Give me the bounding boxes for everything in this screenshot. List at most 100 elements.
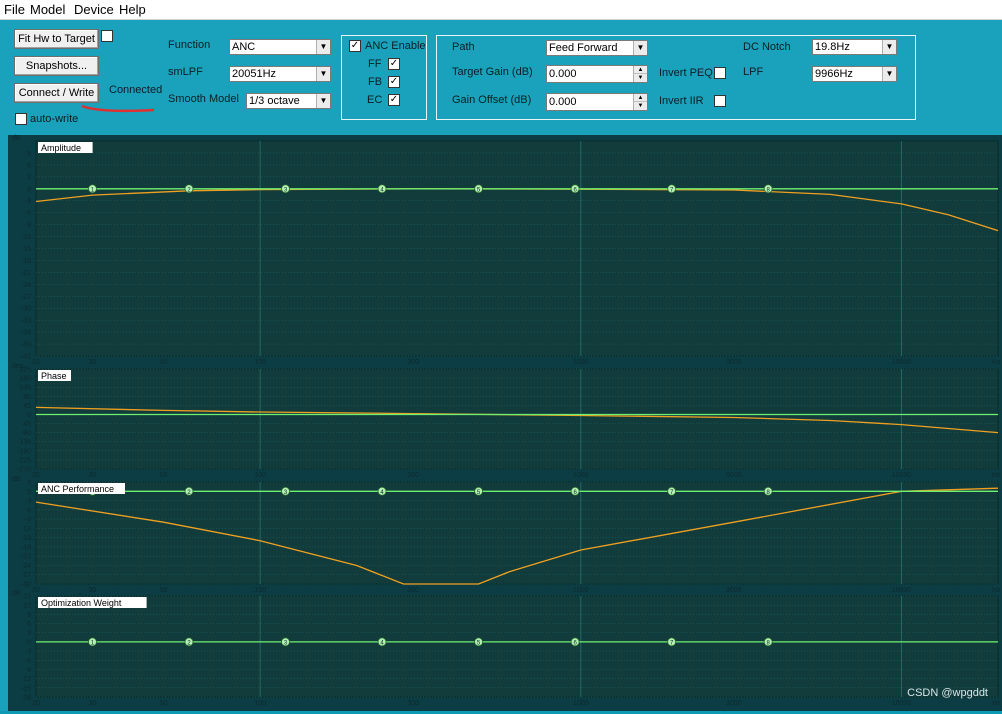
- x-tick-label: 100: [254, 700, 266, 707]
- panel-title: Amplitude: [41, 143, 81, 153]
- function-select[interactable]: ANC ▼: [229, 39, 331, 55]
- x-tick-label: 10000: [892, 472, 912, 479]
- x-tick-label: 50: [160, 472, 168, 479]
- ec-checkbox[interactable]: ✓: [388, 94, 400, 106]
- auto-write-checkbox[interactable]: [15, 113, 27, 125]
- connection-status: Connected: [109, 84, 163, 96]
- menu-device[interactable]: Device: [72, 2, 116, 17]
- plot-panel-bg: [35, 368, 999, 470]
- y-tick-label: 0: [27, 412, 31, 419]
- fit-hw-to-target-button[interactable]: Fit Hw to Target: [14, 29, 99, 49]
- y-tick-label: -15: [21, 535, 31, 542]
- smlpf-select[interactable]: 20051Hz ▼: [229, 66, 331, 82]
- plots-svg[interactable]: 9630-3-6-9-12-15-18-21-24-27-30-33-36-39…: [0, 131, 1002, 711]
- panel-title: Phase: [41, 371, 67, 381]
- y-tick-label: -3: [25, 649, 31, 656]
- connect-write-button[interactable]: Connect / Write: [14, 83, 99, 103]
- x-tick-label: 1000: [573, 587, 589, 594]
- y-tick-label: -180: [17, 448, 31, 455]
- ff-checkbox[interactable]: ✓: [388, 58, 400, 70]
- lpf-value: 9966Hz: [815, 68, 853, 80]
- lpf-select[interactable]: 9966Hz ▼: [812, 66, 897, 82]
- invert-iir-checkbox[interactable]: [714, 95, 726, 107]
- dc-notch-select[interactable]: 19.8Hz ▼: [812, 39, 897, 55]
- y-tick-label: 3: [27, 630, 31, 637]
- x-tick-label: 30: [89, 359, 97, 366]
- annotation-underline: [81, 104, 155, 113]
- invert-peq-checkbox[interactable]: [714, 67, 726, 79]
- target-gain-label: Target Gain (dB): [452, 66, 533, 78]
- x-tick-label: 1000: [573, 359, 589, 366]
- spin-up-icon[interactable]: ▲: [633, 66, 647, 74]
- chevron-down-icon[interactable]: ▼: [316, 67, 330, 81]
- smooth-model-label: Smooth Model: [168, 93, 239, 105]
- chevron-down-icon[interactable]: ▼: [316, 40, 330, 54]
- y-tick-label: -36: [21, 330, 31, 337]
- y-unit-label: dB: [12, 590, 21, 597]
- plot-area: 9 6 3 0 -3 -6 -9 -12 -15 -18 -21 -24 -27 -30 -33 -36 -39…: [0, 131, 1002, 711]
- smooth-model-value: 1/3 octave: [249, 95, 300, 107]
- menu-help[interactable]: Help: [117, 2, 148, 17]
- smooth-model-select[interactable]: 1/3 octave ▼: [246, 93, 331, 109]
- gain-offset-input[interactable]: 0.000 ▲ ▼: [546, 93, 648, 111]
- target-gain-value: 0.000: [549, 68, 577, 80]
- lpf-label: LPF: [743, 66, 764, 78]
- fb-label: FB: [368, 76, 383, 88]
- y-tick-label: -27: [21, 572, 31, 579]
- y-tick-label: -21: [21, 554, 31, 561]
- y-unit-label: deg: [12, 363, 24, 370]
- menu-model[interactable]: Model: [28, 2, 67, 17]
- y-tick-label: -135: [17, 439, 31, 446]
- x-tick-label: 50: [160, 587, 168, 594]
- x-tick-label: 20: [32, 587, 40, 594]
- chevron-down-icon[interactable]: ▼: [633, 41, 647, 55]
- path-select[interactable]: Feed Forward ▼: [546, 40, 648, 56]
- x-tick-label: 20: [32, 359, 40, 366]
- y-unit-label: dB: [12, 135, 21, 142]
- y-tick-label: -9: [25, 222, 31, 229]
- y-tick-label: -9: [25, 517, 31, 524]
- chevron-down-icon[interactable]: ▼: [882, 67, 896, 81]
- chevron-down-icon[interactable]: ▼: [882, 40, 896, 54]
- x-tick-label: 3000: [726, 700, 742, 707]
- y-tick-label: -30: [21, 582, 31, 589]
- spin-down-icon[interactable]: ▼: [633, 74, 647, 82]
- x-tick-label: 300: [407, 472, 419, 479]
- x-tick-label: 10000: [892, 700, 912, 707]
- invert-iir-label: Invert IIR: [659, 95, 704, 107]
- watermark: CSDN @wpgddt: [907, 687, 988, 699]
- target-gain-input[interactable]: 0.000 ▲ ▼: [546, 65, 648, 83]
- y-tick-label: -24: [21, 282, 31, 289]
- menu-file[interactable]: File: [2, 2, 27, 17]
- y-tick-label: -3: [25, 498, 31, 505]
- y-tick-label: 9: [27, 612, 31, 619]
- chevron-down-icon[interactable]: ▼: [316, 94, 330, 108]
- x-tick-label: 300: [407, 587, 419, 594]
- y-tick-label: -30: [21, 306, 31, 313]
- y-tick-label: 90: [23, 394, 31, 401]
- y-tick-label: -90: [21, 430, 31, 437]
- fb-checkbox[interactable]: ✓: [388, 76, 400, 88]
- x-tick-label: 10000: [892, 359, 912, 366]
- ec-label: EC: [367, 94, 383, 106]
- y-tick-label: 45: [23, 403, 31, 410]
- path-label: Path: [452, 41, 475, 53]
- fit-hw-checkbox[interactable]: [101, 30, 113, 42]
- y-tick-label: 135: [19, 385, 31, 392]
- path-value: Feed Forward: [549, 42, 618, 54]
- spin-down-icon[interactable]: ▼: [633, 102, 647, 110]
- panel-title: Optimization Weight: [41, 598, 122, 608]
- anc-enable-label: ANC Enable: [365, 40, 426, 52]
- x-tick-label: 100: [254, 472, 266, 479]
- x-tick-label: 3000: [726, 472, 742, 479]
- dc-notch-label: DC Notch: [743, 41, 791, 53]
- anc-enable-checkbox[interactable]: ✓: [349, 40, 361, 52]
- spin-up-icon[interactable]: ▲: [633, 94, 647, 102]
- x-tick-label: 1000: [573, 700, 589, 707]
- y-tick-label: -12: [21, 676, 31, 683]
- x-tick-label: 30: [89, 587, 97, 594]
- y-tick-label: 3: [27, 174, 31, 181]
- y-tick-label: -39: [21, 342, 31, 349]
- y-tick-label: 180: [19, 376, 31, 383]
- snapshots-button[interactable]: Snapshots...: [14, 56, 99, 76]
